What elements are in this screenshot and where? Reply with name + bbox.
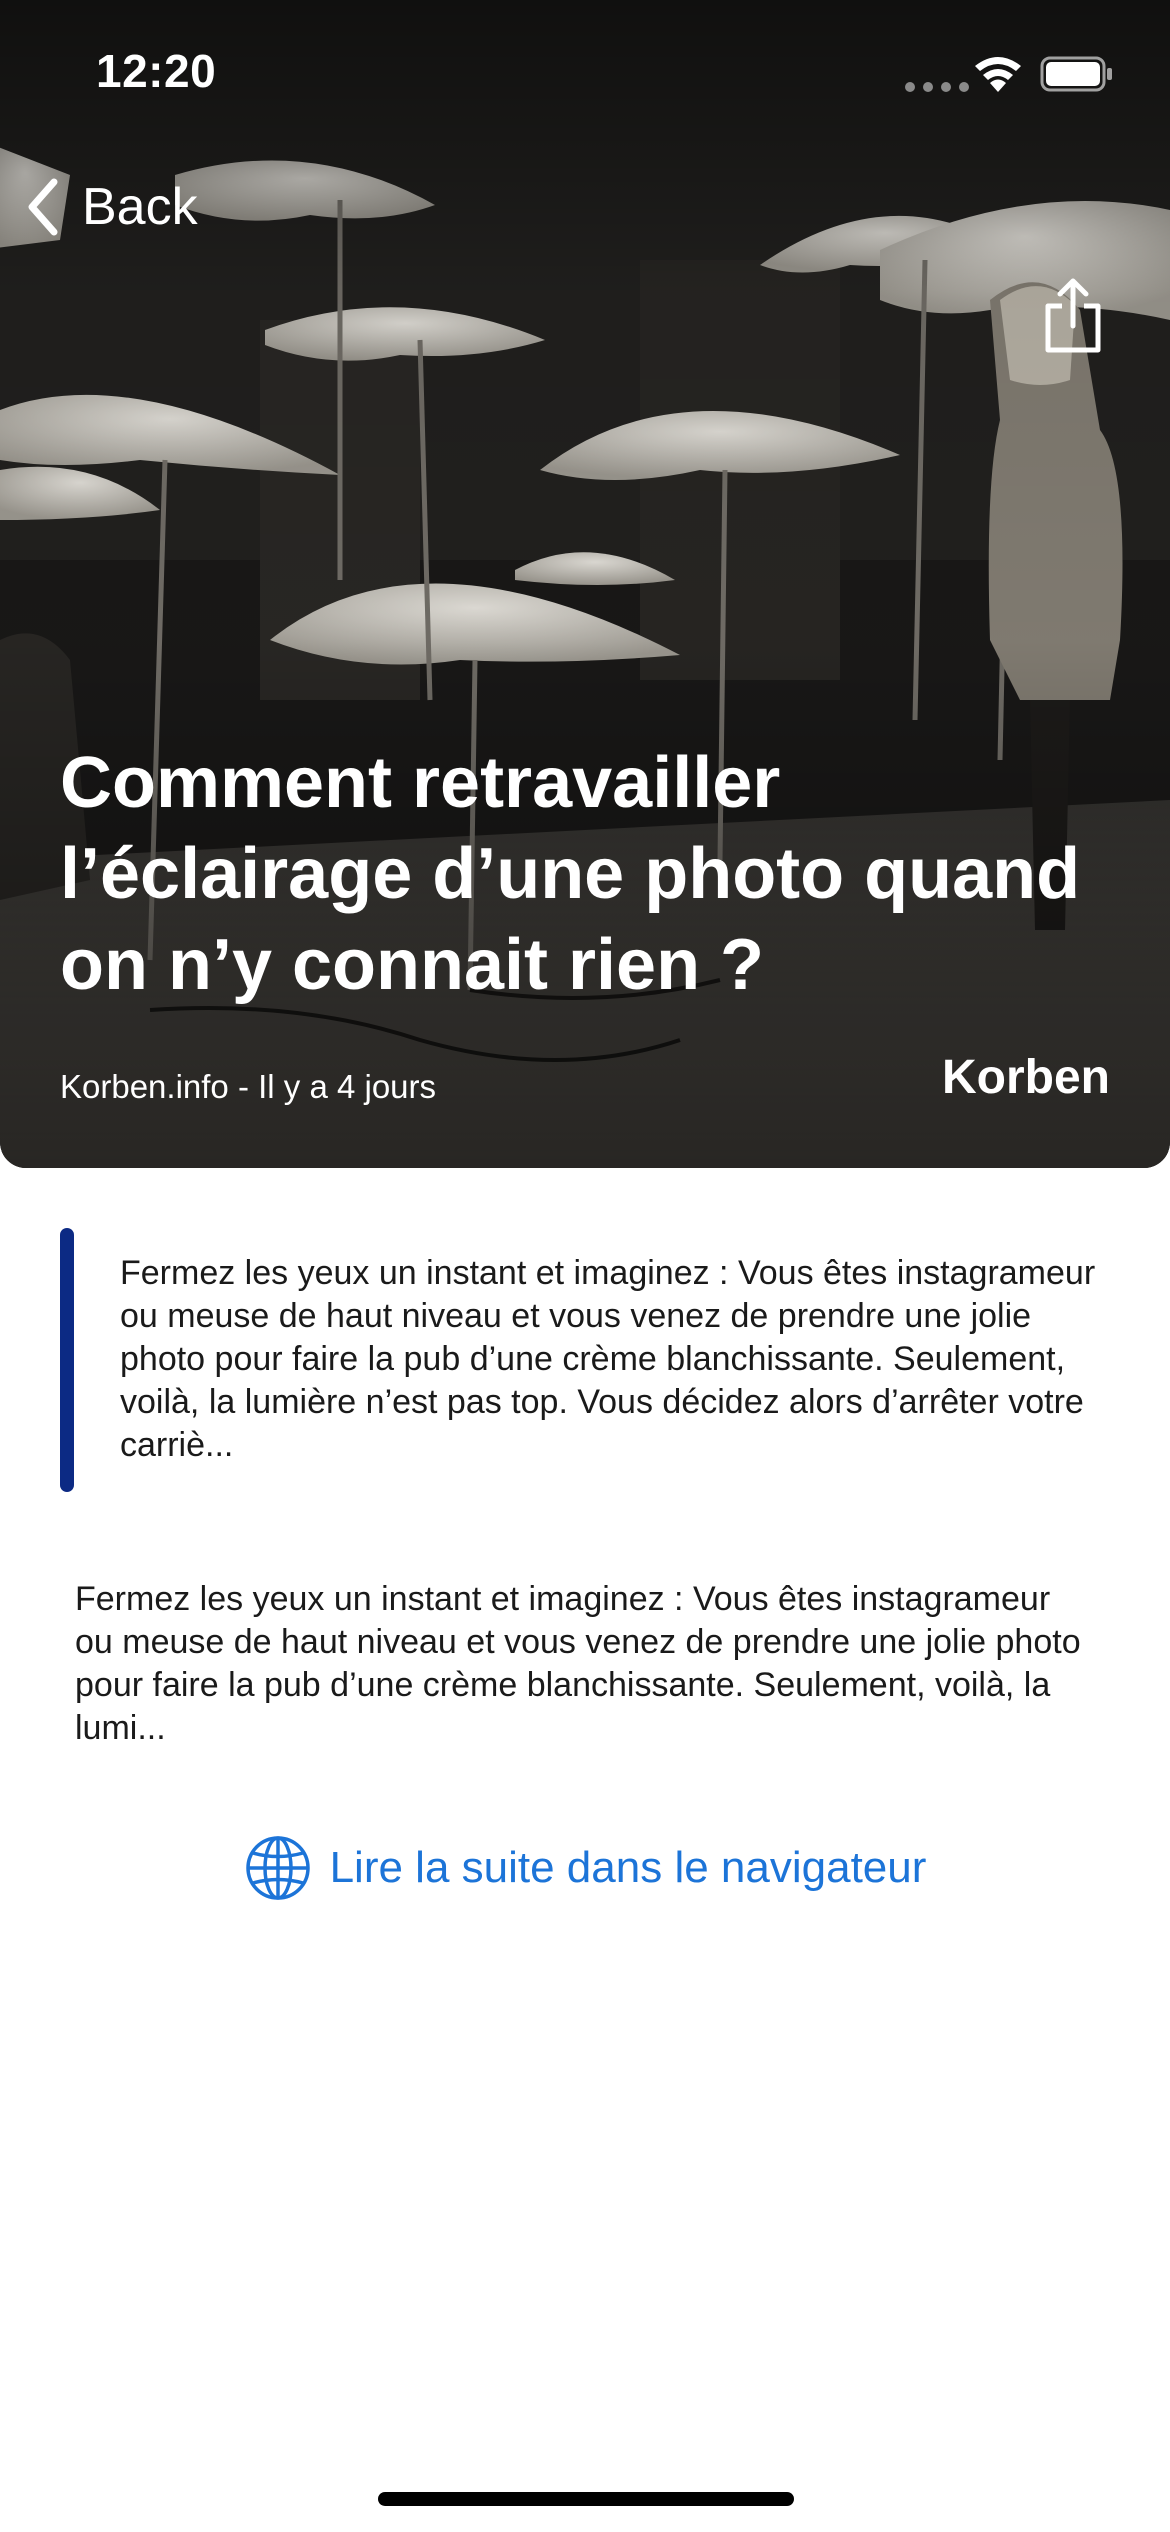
- excerpt-text: Fermez les yeux un instant et imaginez :…: [120, 1254, 1096, 1464]
- back-button[interactable]: Back: [24, 172, 198, 242]
- share-icon[interactable]: [1040, 276, 1106, 356]
- globe-icon: [245, 1836, 310, 1900]
- read-in-browser-label: Lire la suite dans le navigateur: [329, 1843, 927, 1892]
- article-meta: Korben.info - Il y a 4 jours: [60, 1068, 437, 1105]
- cellular-signal-icon: [905, 82, 969, 92]
- status-bar: 12:20: [0, 0, 1170, 150]
- back-label: Back: [82, 178, 198, 236]
- home-indicator[interactable]: [378, 2492, 794, 2506]
- quote-bar: [60, 1228, 74, 1492]
- status-time: 12:20: [96, 45, 217, 97]
- article-excerpt: Fermez les yeux un instant et imaginez :…: [60, 1228, 1110, 1492]
- article-title: Comment retravailler l’éclairage d’une p…: [60, 743, 1081, 1005]
- chevron-left-icon: [28, 178, 58, 236]
- article-summary: Fermez les yeux un instant et imaginez :…: [75, 1580, 1081, 1747]
- wifi-icon: [975, 57, 1021, 92]
- source-name: Korben: [942, 1051, 1110, 1104]
- article-hero: 12:20 Back Comment retravailler l’éclair…: [0, 0, 1170, 1168]
- read-in-browser-button[interactable]: Lire la suite dans le navigateur: [0, 1834, 1170, 1902]
- battery-icon: [1040, 56, 1112, 92]
